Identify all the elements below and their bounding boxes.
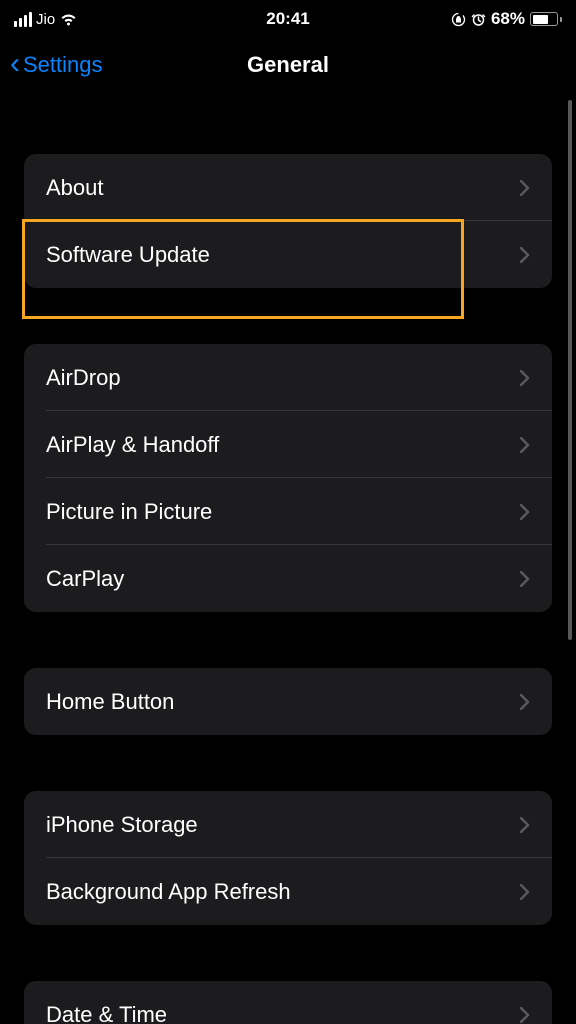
row-label: Date & Time — [46, 1002, 167, 1024]
row-label: About — [46, 175, 104, 201]
row-airdrop[interactable]: AirDrop — [24, 344, 552, 411]
chevron-right-icon — [520, 180, 530, 196]
row-carplay[interactable]: CarPlay — [24, 545, 552, 612]
section-airdrop: AirDrop AirPlay & Handoff Picture in Pic… — [24, 344, 552, 612]
alarm-icon — [471, 12, 486, 27]
nav-bar: ‹ Settings General — [0, 38, 576, 92]
signal-strength-icon — [14, 12, 32, 27]
chevron-right-icon — [520, 694, 530, 710]
row-about[interactable]: About — [24, 154, 552, 221]
row-picture-in-picture[interactable]: Picture in Picture — [24, 478, 552, 545]
battery-icon — [530, 12, 562, 26]
row-software-update[interactable]: Software Update — [24, 221, 552, 288]
chevron-right-icon — [520, 370, 530, 386]
page-title: General — [247, 52, 329, 78]
orientation-lock-icon — [451, 12, 466, 27]
row-label: Home Button — [46, 689, 174, 715]
chevron-left-icon: ‹ — [10, 49, 20, 79]
row-label: AirDrop — [46, 365, 121, 391]
battery-percent: 68% — [491, 9, 525, 29]
row-home-button[interactable]: Home Button — [24, 668, 552, 735]
section-storage: iPhone Storage Background App Refresh — [24, 791, 552, 925]
row-label: Software Update — [46, 242, 210, 268]
row-date-time[interactable]: Date & Time — [24, 981, 552, 1024]
content-area: About Software Update AirDrop AirPlay & … — [0, 92, 576, 1024]
chevron-right-icon — [520, 884, 530, 900]
section-about: About Software Update — [24, 154, 552, 288]
section-date-time: Date & Time — [24, 981, 552, 1024]
row-label: AirPlay & Handoff — [46, 432, 219, 458]
row-label: Background App Refresh — [46, 879, 291, 905]
row-label: CarPlay — [46, 566, 124, 592]
back-label: Settings — [23, 52, 103, 78]
chevron-right-icon — [520, 247, 530, 263]
status-left: Jio — [14, 11, 78, 28]
row-background-app-refresh[interactable]: Background App Refresh — [24, 858, 552, 925]
row-label: Picture in Picture — [46, 499, 212, 525]
scrollbar[interactable] — [568, 100, 572, 640]
row-iphone-storage[interactable]: iPhone Storage — [24, 791, 552, 858]
section-home-button: Home Button — [24, 668, 552, 735]
chevron-right-icon — [520, 1007, 530, 1023]
carrier-label: Jio — [36, 11, 55, 28]
status-right: 68% — [451, 9, 562, 29]
chevron-right-icon — [520, 504, 530, 520]
wifi-icon — [59, 12, 78, 26]
row-airplay-handoff[interactable]: AirPlay & Handoff — [24, 411, 552, 478]
back-button[interactable]: ‹ Settings — [10, 51, 103, 79]
status-time: 20:41 — [266, 9, 309, 29]
chevron-right-icon — [520, 437, 530, 453]
row-label: iPhone Storage — [46, 812, 198, 838]
status-bar: Jio 20:41 68% — [0, 0, 576, 38]
chevron-right-icon — [520, 817, 530, 833]
chevron-right-icon — [520, 571, 530, 587]
